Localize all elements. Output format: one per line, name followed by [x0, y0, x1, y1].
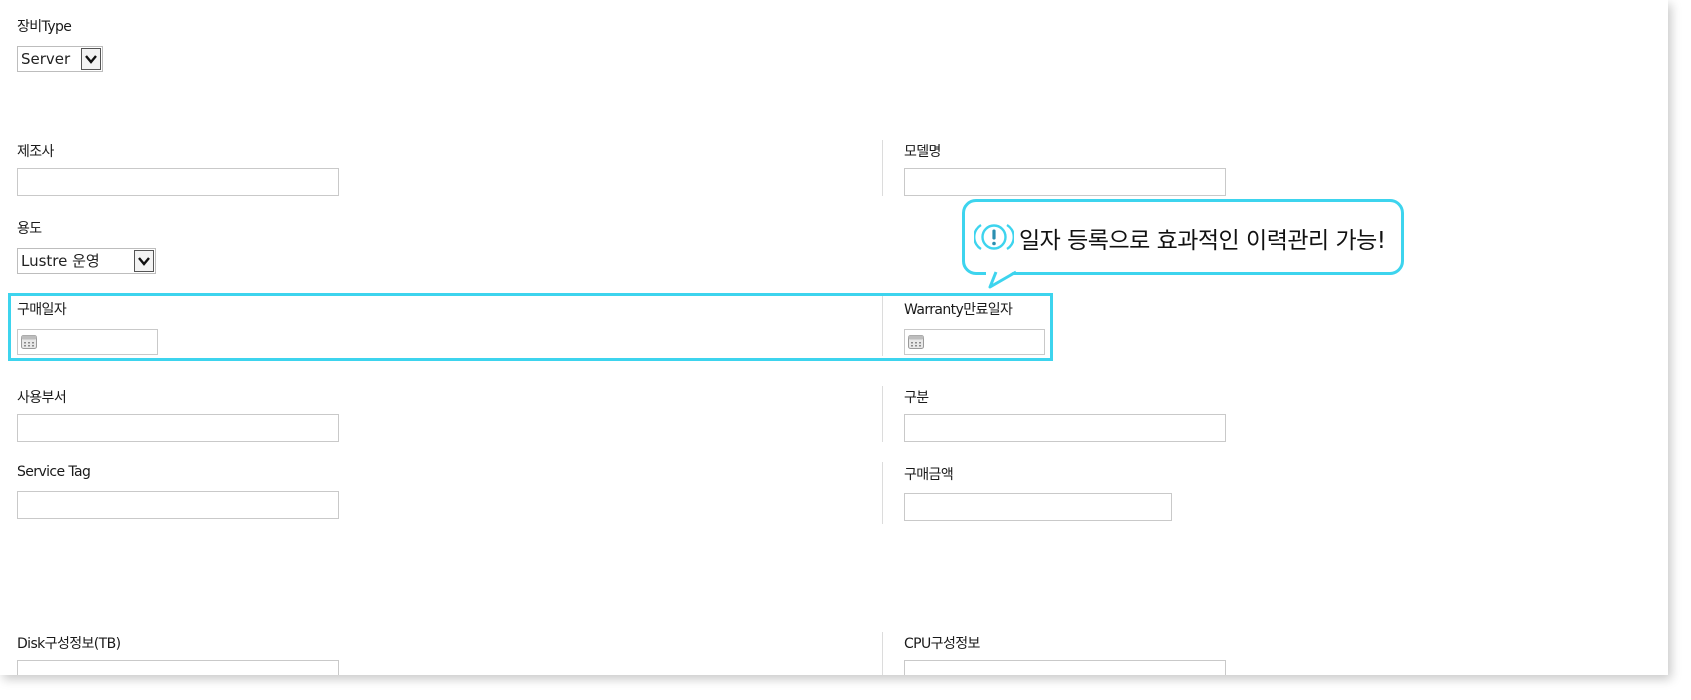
date-row-highlight — [8, 293, 1053, 361]
callout-text: 일자 등록으로 효과적인 이력관리 가능! — [1019, 228, 1386, 254]
purchase-amount-label: 구매금액 — [904, 467, 954, 483]
manufacturer-label: 제조사 — [17, 144, 54, 160]
exclamation-circle-icon — [974, 223, 1014, 251]
department-input[interactable] — [17, 414, 339, 442]
manufacturer-input[interactable] — [17, 168, 339, 196]
column-divider — [882, 140, 883, 196]
purchase-amount-input[interactable] — [904, 493, 1172, 521]
chevron-down-icon[interactable] — [81, 48, 101, 70]
cpu-config-label: CPU구성정보 — [904, 636, 980, 652]
chevron-down-icon[interactable] — [134, 250, 154, 272]
disk-config-input[interactable] — [17, 660, 339, 675]
equipment-type-select[interactable]: Server — [17, 46, 103, 72]
service-tag-input[interactable] — [17, 491, 339, 519]
equipment-type-label: 장비Type — [17, 19, 72, 35]
category-input[interactable] — [904, 414, 1226, 442]
model-name-label: 모델명 — [904, 144, 941, 160]
department-label: 사용부서 — [17, 390, 67, 406]
usage-selected: Lustre 운영 — [21, 252, 100, 270]
cpu-config-input[interactable] — [904, 660, 1226, 675]
service-tag-label: Service Tag — [17, 464, 91, 480]
equipment-type-selected: Server — [21, 50, 71, 68]
screenshot-canvas: 장비Type Server 제조사 모델명 용도 Lustre 운영 구매일자 — [0, 0, 1691, 700]
column-divider — [882, 632, 883, 675]
usage-select[interactable]: Lustre 운영 — [17, 248, 156, 274]
callout-tail — [984, 268, 1018, 289]
model-name-input[interactable] — [904, 168, 1226, 196]
disk-config-label: Disk구성정보(TB) — [17, 636, 121, 652]
usage-label: 용도 — [17, 221, 42, 237]
equipment-form-panel: 장비Type Server 제조사 모델명 용도 Lustre 운영 구매일자 — [0, 0, 1668, 675]
category-label: 구분 — [904, 390, 929, 406]
column-divider — [882, 462, 883, 524]
column-divider — [882, 386, 883, 442]
